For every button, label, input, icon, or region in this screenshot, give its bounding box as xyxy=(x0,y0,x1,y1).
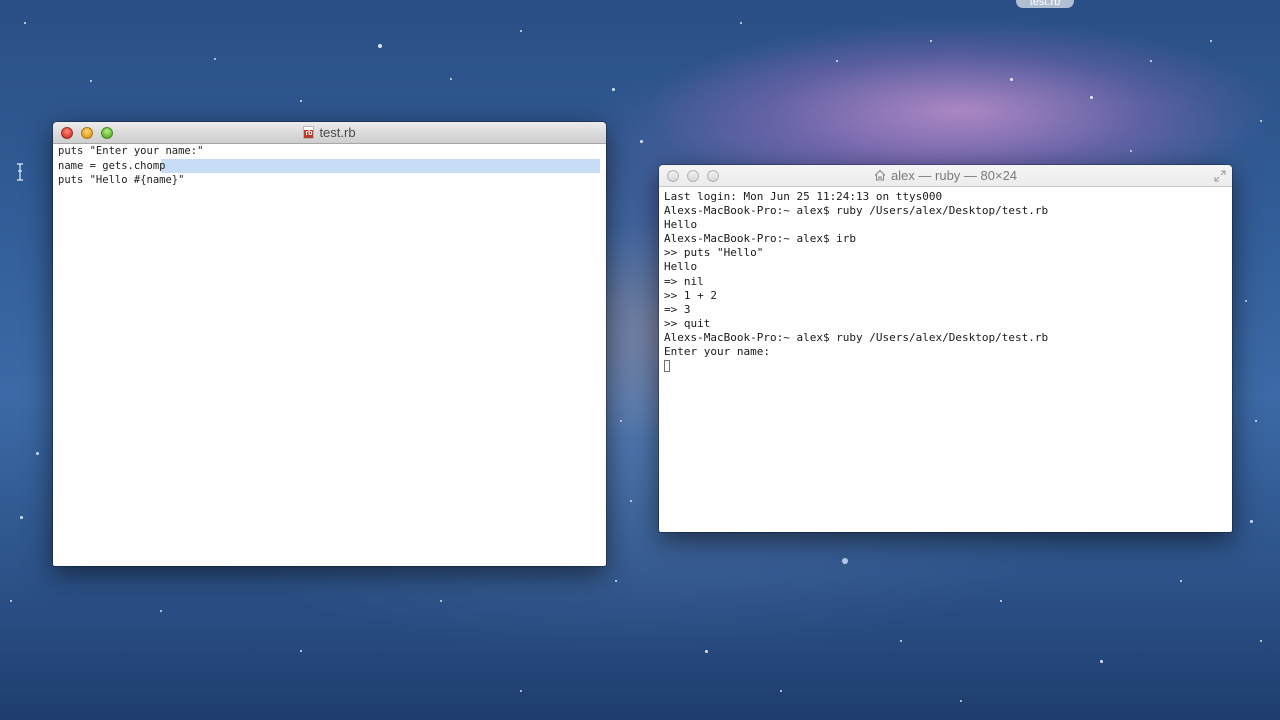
text-cursor-icon xyxy=(17,163,23,181)
terminal-line: Alexs-MacBook-Pro:~ alex$ ruby /Users/al… xyxy=(664,204,1049,218)
code-line-selected[interactable]: name = gets.chomp xyxy=(57,158,600,173)
home-icon xyxy=(874,169,886,181)
terminal-line: Enter your name: xyxy=(664,345,770,359)
fullscreen-icon[interactable] xyxy=(1214,170,1226,182)
editor-titlebar[interactable]: test.rb xyxy=(53,122,606,144)
editor-window[interactable]: test.rb puts "Enter your name:" name = g… xyxy=(53,122,606,566)
ruby-file-icon xyxy=(303,126,315,139)
terminal-titlebar[interactable]: alex — ruby — 80×24 xyxy=(659,165,1232,187)
terminal-line: Alexs-MacBook-Pro:~ alex$ ruby /Users/al… xyxy=(664,330,1049,344)
terminal-line: => nil xyxy=(664,274,704,288)
terminal-line: >> 1 + 2 xyxy=(664,288,717,302)
code-editor[interactable]: puts "Enter your name:" name = gets.chom… xyxy=(53,144,606,188)
editor-title-text: test.rb xyxy=(319,125,356,140)
terminal-output[interactable]: Last login: Mon Jun 25 11:24:13 on ttys0… xyxy=(659,187,1232,373)
terminal-line: Hello xyxy=(664,218,698,232)
terminal-line: Alexs-MacBook-Pro:~ alex$ irb xyxy=(664,232,857,246)
terminal-title-text: alex — ruby — 80×24 xyxy=(890,168,1018,183)
terminal-window[interactable]: alex — ruby — 80×24 Last login: Mon Jun … xyxy=(659,165,1232,532)
terminal-line: Last login: Mon Jun 25 11:24:13 on ttys0… xyxy=(664,190,943,203)
terminal-line: => 3 xyxy=(664,302,691,316)
editor-title: test.rb xyxy=(53,122,606,144)
terminal-input-cursor[interactable] xyxy=(664,360,670,373)
desktop-file-label[interactable]: test.rb xyxy=(1016,0,1074,8)
terminal-title: alex — ruby — 80×24 xyxy=(659,165,1232,187)
code-line[interactable]: puts "Enter your name:" xyxy=(57,144,606,159)
terminal-line: >> quit xyxy=(664,316,711,330)
code-line[interactable]: puts "Hello #{name}" xyxy=(57,173,606,188)
terminal-line: Hello xyxy=(664,260,698,274)
terminal-line: >> puts "Hello" xyxy=(664,246,764,260)
